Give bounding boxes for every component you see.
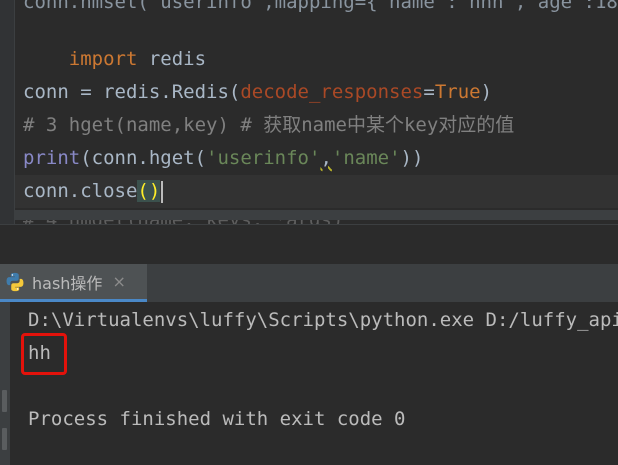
tab-hash-run[interactable]: hash操作 × — [0, 264, 147, 302]
panel-separator[interactable] — [0, 224, 618, 265]
run-toolbar — [0, 302, 10, 465]
console-output[interactable]: D:\Virtualenvs\luffy\Scripts\python.exe … — [10, 302, 618, 465]
code-line-comment[interactable]: # 3 hget(name,key) # 获取name中某个key对应的值 — [23, 109, 514, 142]
close-paren: ) — [480, 81, 493, 103]
string-name: 'name' — [331, 147, 401, 169]
value-true: True — [434, 81, 481, 103]
builtin-print: print — [23, 147, 81, 169]
code-line-conn[interactable]: conn = redis.Redis(decode_responses=True… — [23, 76, 492, 109]
code-line-print[interactable]: print(conn.hget('userinfo','name')) — [23, 142, 423, 175]
code-editor[interactable]: conn.hmset('userinfo',mapping={'name':'h… — [0, 0, 618, 224]
tab-label: hash操作 — [32, 273, 103, 293]
horizontal-scrollbar[interactable] — [15, 210, 618, 220]
run-tab-bar: hash操作 × — [0, 264, 618, 303]
editor-gutter — [0, 0, 15, 224]
param-decode-responses: decode_responses — [240, 81, 424, 103]
equals-sign: = — [423, 81, 435, 103]
console-line-command: D:\Virtualenvs\luffy\Scripts\python.exe … — [28, 309, 618, 331]
hget-call-close: )) — [400, 147, 424, 169]
conn-close-call: conn.close — [23, 180, 138, 202]
toolbar-button[interactable] — [2, 390, 7, 412]
close-icon[interactable]: × — [112, 272, 125, 291]
conn-assign: conn = redis.Redis( — [23, 81, 241, 103]
console-line-exit: Process finished with exit code 0 — [28, 408, 406, 430]
string-userinfo: 'userinfo' — [206, 147, 321, 169]
toolbar-button[interactable] — [2, 428, 7, 450]
annotation-highlight-box — [21, 333, 67, 375]
comma-warning: , — [320, 147, 332, 169]
hget-call-open: (conn.hget( — [80, 147, 207, 169]
keyword-import: import — [68, 48, 138, 70]
text-caret — [161, 180, 164, 203]
matched-parens: () — [137, 180, 161, 202]
module-name: redis — [137, 48, 207, 70]
code-line-import[interactable]: import redis — [23, 10, 206, 70]
python-icon — [6, 272, 24, 291]
